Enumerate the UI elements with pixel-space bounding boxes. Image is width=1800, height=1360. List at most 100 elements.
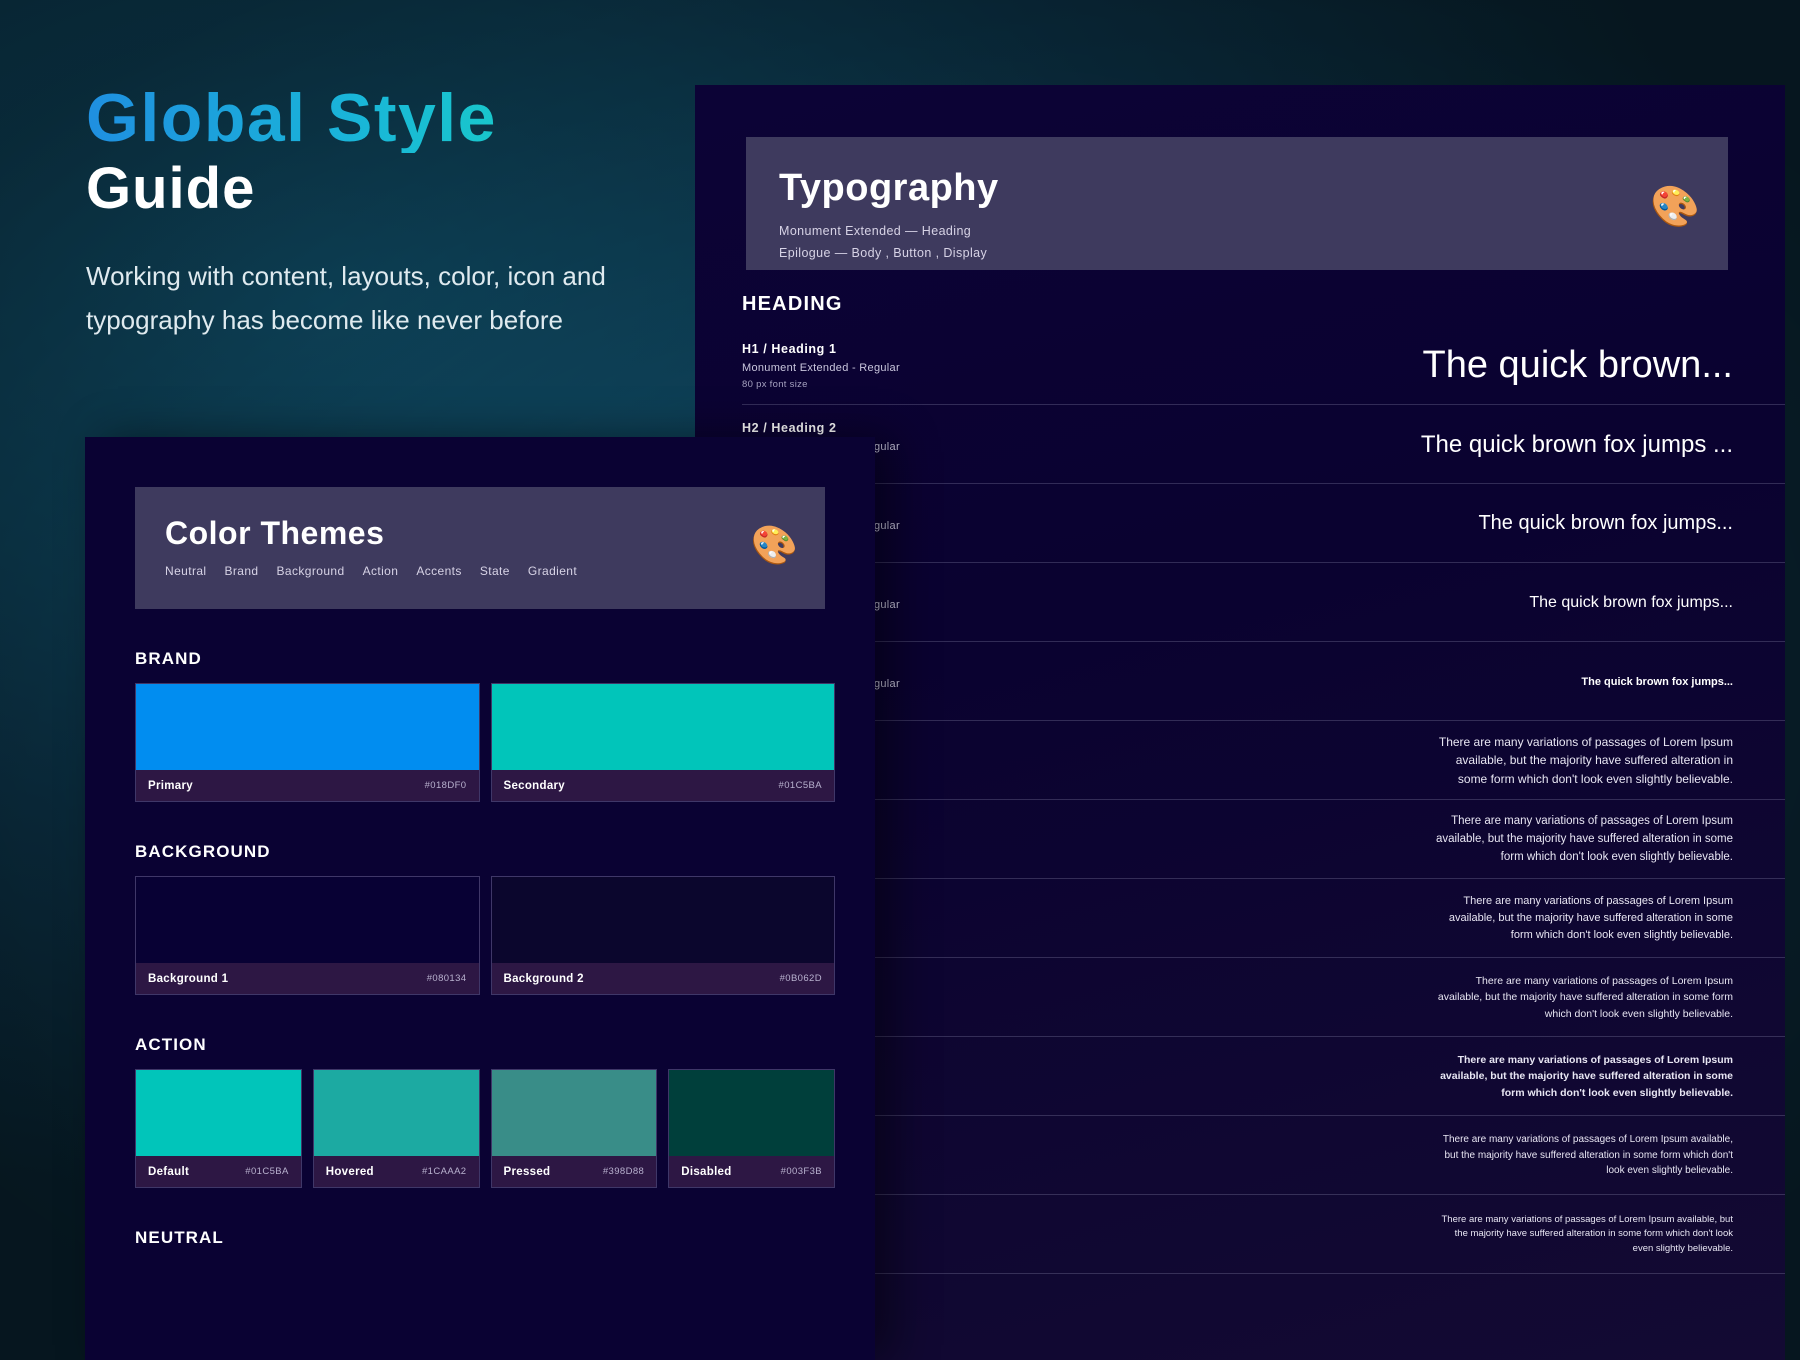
- intro-block: Global Style Guide Working with content,…: [86, 84, 706, 342]
- typography-row-size: 80 px font size: [742, 379, 1062, 390]
- typography-subtitle: Monument Extended — Heading Epilogue — B…: [779, 221, 1728, 265]
- typography-row-sample: There are many variations of passages of…: [1433, 893, 1733, 944]
- color-swatch-name: Hovered: [326, 1166, 374, 1178]
- typography-row-sample: There are many variations of passages of…: [1433, 813, 1733, 866]
- color-swatch-fill: [492, 877, 835, 963]
- typography-row: B5 / Body 5Epilogue - SemiBold12 px font…: [742, 1037, 1785, 1116]
- typography-row: H4 / Heading 4Monument Extended - Regula…: [742, 563, 1785, 642]
- color-swatch[interactable]: Secondary #01C5BA: [491, 683, 836, 802]
- swatch-grid: Primary #018DF0 Secondary #01C5BA: [135, 683, 835, 802]
- color-section: BRAND Primary #018DF0 Secondary #01C5BA: [135, 649, 835, 802]
- color-swatch-bar: Background 1 #080134: [136, 963, 479, 994]
- color-swatch-hex: #018DF0: [425, 780, 467, 791]
- color-swatch-bar: Background 2 #0B062D: [492, 963, 835, 994]
- color-sections-list: BRAND Primary #018DF0 Secondary #01C5BA BACKG…: [85, 649, 875, 1188]
- color-swatch-hex: #398D88: [603, 1166, 644, 1177]
- heading-section-label: HEADING: [742, 293, 843, 316]
- color-swatch[interactable]: Disabled #003F3B: [668, 1069, 835, 1188]
- typography-row: B6 / Body 6Epilogue - Regular11 px font …: [742, 1116, 1785, 1195]
- typography-row-sample: The quick brown fox jumps...: [1581, 676, 1733, 688]
- color-swatch-name: Pressed: [504, 1166, 551, 1178]
- typography-row-meta: H1 / Heading 1 Monument Extended - Regula…: [742, 342, 1062, 390]
- color-tab-neutral[interactable]: Neutral: [165, 564, 206, 578]
- color-section: BACKGROUNDBackground 1#080134Background …: [135, 842, 835, 995]
- typography-row: H1 / Heading 1 Monument Extended - Regula…: [742, 326, 1785, 405]
- color-themes-panel-header: Color Themes Neutral Brand Background Actio…: [135, 487, 825, 609]
- color-swatch-hex: #003F3B: [781, 1166, 822, 1177]
- typography-row: B7 / Body 7Epilogue - Regular10 px font …: [742, 1195, 1785, 1274]
- color-section: ACTION Default #01C5BA Hovered #1CAAA2 Presse…: [135, 1035, 835, 1188]
- color-swatch[interactable]: Default #01C5BA: [135, 1069, 302, 1188]
- color-swatch-bar: Hovered #1CAAA2: [314, 1156, 479, 1187]
- typography-row: B2 / Body 2Epilogue - Regular16 px font …: [742, 800, 1785, 879]
- color-swatch-hex: #01C5BA: [779, 780, 822, 791]
- intro-description: Working with content, layouts, color, ic…: [86, 254, 646, 342]
- color-section-title: BRAND: [135, 649, 835, 669]
- color-swatch-fill: [492, 684, 835, 770]
- typography-row: B4 / Body 4Epilogue - Regular12 px font …: [742, 958, 1785, 1037]
- color-swatch-fill: [669, 1070, 834, 1156]
- typography-panel-header: Typography Monument Extended — Heading E…: [746, 137, 1728, 270]
- color-swatch-hex: #01C5BA: [245, 1166, 288, 1177]
- typography-row-sample: There are many variations of passages of…: [1433, 973, 1733, 1022]
- typography-row: B3 / Body 3Epilogue - Regular14 px font …: [742, 879, 1785, 958]
- swatch-grid: Background 1 #080134 Background 2 #0B062D: [135, 876, 835, 995]
- color-tab-background[interactable]: Background: [277, 564, 345, 578]
- color-swatch[interactable]: Hovered #1CAAA2: [313, 1069, 480, 1188]
- color-themes-tab-list: Neutral Brand Background Action Accents State…: [165, 564, 825, 578]
- color-swatch-name: Primary: [148, 780, 193, 792]
- typography-row-sample: There are many variations of passages of…: [1433, 1213, 1733, 1257]
- color-themes-title: Color Themes: [165, 515, 825, 552]
- swatch-grid: Default #01C5BA Hovered #1CAAA2 Pressed #398D…: [135, 1069, 835, 1188]
- color-swatch-fill: [136, 1070, 301, 1156]
- artist-palette-icon: 🎨: [751, 527, 798, 565]
- color-swatch[interactable]: Primary #018DF0: [135, 683, 480, 802]
- color-swatch[interactable]: Pressed #398D88: [491, 1069, 658, 1188]
- typography-row-sample: The quick brown fox jumps ...: [1421, 431, 1733, 459]
- color-swatch-hex: #080134: [427, 973, 467, 984]
- color-swatch-name: Background 2: [504, 973, 584, 985]
- typography-row-sample: The quick brown fox jumps...: [1529, 594, 1733, 612]
- typography-subtitle-line-1: Monument Extended — Heading: [779, 221, 1728, 243]
- typography-row-font: Monument Extended - Regular: [742, 362, 1062, 374]
- artist-palette-icon: 🎨: [1650, 187, 1700, 227]
- typography-row-sample: There are many variations of passages of…: [1433, 733, 1733, 789]
- color-swatch-hex: #1CAAA2: [422, 1166, 467, 1177]
- color-swatch-name: Disabled: [681, 1166, 731, 1178]
- typography-row-sample: The quick brown...: [1423, 344, 1733, 387]
- color-swatch[interactable]: Background 2 #0B062D: [491, 876, 836, 995]
- color-tab-action[interactable]: Action: [363, 564, 399, 578]
- color-swatch-bar: Disabled #003F3B: [669, 1156, 834, 1187]
- typography-row-name: H2 / Heading 2: [742, 421, 1062, 435]
- color-section-title: BACKGROUND: [135, 842, 835, 862]
- typography-row: H5 / Heading 5Monument Extended - Regula…: [742, 642, 1785, 721]
- typography-subtitle-line-2: Epilogue — Body , Button , Display: [779, 243, 1728, 265]
- typography-row: H2 / Heading 2Monument Extended - Regula…: [742, 405, 1785, 484]
- color-section-title: ACTION: [135, 1035, 835, 1055]
- color-swatch-name: Background 1: [148, 973, 228, 985]
- typography-row: B1 / Body 1Epilogue - Regular18 px font …: [742, 721, 1785, 800]
- color-swatch-name: Secondary: [504, 780, 566, 792]
- color-tab-brand[interactable]: Brand: [224, 564, 258, 578]
- typography-row-sample: The quick brown fox jumps...: [1478, 512, 1733, 535]
- color-swatch-fill: [136, 877, 479, 963]
- page-title-line-2: Guide: [86, 153, 706, 226]
- typography-row-list: H1 / Heading 1 Monument Extended - Regula…: [742, 326, 1785, 1274]
- typography-row-name: H1 / Heading 1: [742, 342, 1062, 356]
- color-tab-accents[interactable]: Accents: [416, 564, 462, 578]
- color-tab-gradient[interactable]: Gradient: [528, 564, 577, 578]
- typography-row-sample: There are many variations of passages of…: [1433, 1132, 1733, 1179]
- color-swatch-bar: Secondary #01C5BA: [492, 770, 835, 801]
- color-swatch-name: Default: [148, 1166, 189, 1178]
- color-tab-state[interactable]: State: [480, 564, 510, 578]
- typography-row-sample: There are many variations of passages of…: [1433, 1052, 1733, 1101]
- neutral-section: NEUTRAL: [135, 1228, 835, 1248]
- color-swatch[interactable]: Background 1 #080134: [135, 876, 480, 995]
- color-themes-panel: Color Themes Neutral Brand Background Actio…: [85, 437, 875, 1360]
- page-title-line-1: Global Style: [86, 84, 706, 153]
- color-swatch-bar: Primary #018DF0: [136, 770, 479, 801]
- color-swatch-fill: [136, 684, 479, 770]
- color-swatch-bar: Pressed #398D88: [492, 1156, 657, 1187]
- color-swatch-fill: [492, 1070, 657, 1156]
- color-swatch-hex: #0B062D: [780, 973, 822, 984]
